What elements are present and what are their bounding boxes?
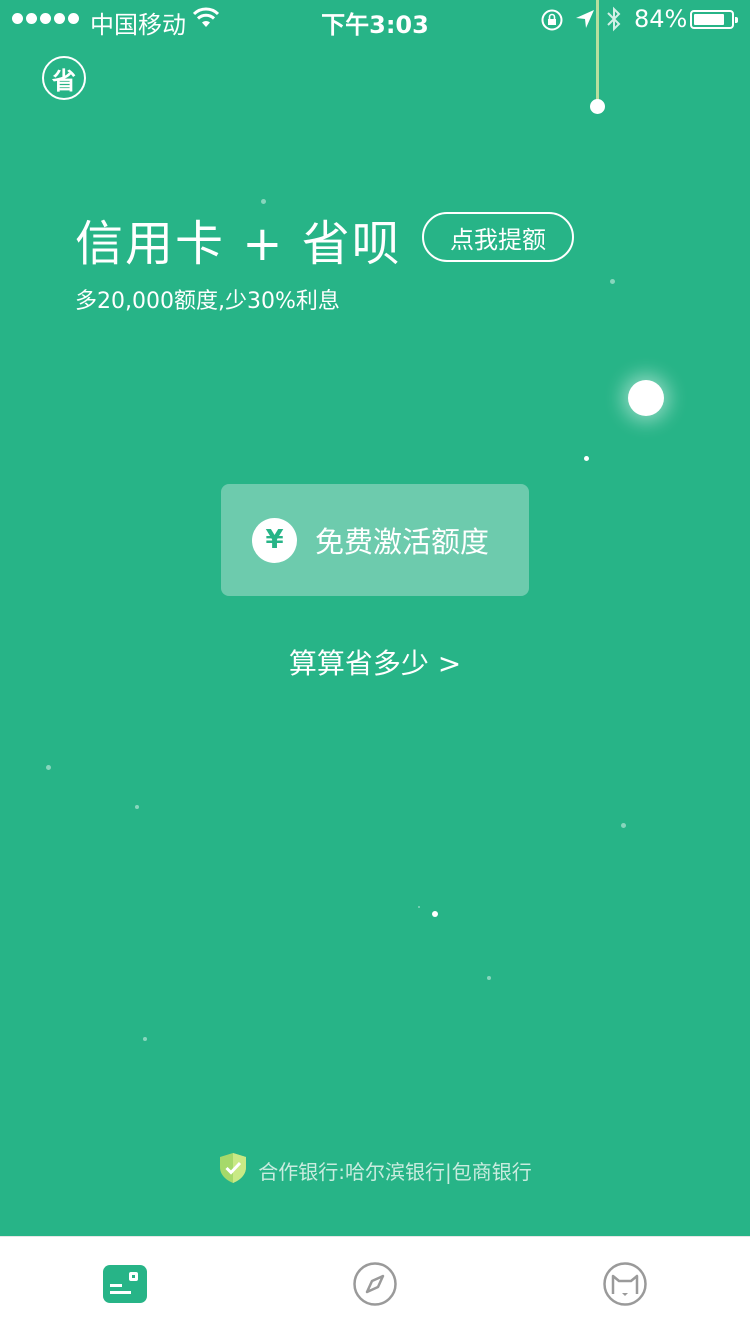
shield-check-icon [218,1152,248,1189]
tab-bar [0,1236,750,1334]
star-decoration [143,1037,147,1041]
activate-label: 免费激活额度 [315,525,490,559]
battery-icon [690,10,738,29]
bluetooth-icon [606,6,622,38]
tab-discover[interactable] [351,1261,399,1311]
partner-banks: 合作银行:哈尔滨银行|包商银行 [0,1152,750,1189]
pendulum-dot [590,99,605,114]
app-logo-button[interactable]: 省 [42,56,86,100]
partner-banks-text: 合作银行:哈尔滨银行|包商银行 [258,1160,532,1184]
glowing-moon [628,380,664,416]
calculate-savings-link[interactable]: 算算省多少 > [0,642,750,682]
raise-limit-button[interactable]: 点我提额 [422,212,574,262]
star-decoration [432,911,438,917]
cat-face-icon [602,1261,648,1311]
star-decoration [621,823,626,828]
star-decoration [610,279,615,284]
main-screen: 中国移动 下午3:03 84% 省 信用卡 + 省呗 点我提额 多20,000额… [0,0,750,1236]
wallet-icon [102,1264,148,1308]
promo-title: 信用卡 + 省呗 [75,216,402,272]
star-decoration [418,906,420,908]
tab-me[interactable] [601,1261,649,1311]
battery-percent: 84% [634,5,688,33]
compass-icon [352,1261,398,1311]
star-decoration [46,765,51,770]
star-decoration [487,976,491,980]
location-arrow-icon [574,8,596,36]
star-decoration [584,456,589,461]
pendulum-line [596,0,599,102]
promo-subtitle: 多20,000额度,少30%利息 [75,289,340,314]
star-decoration [135,805,139,809]
activate-credit-button[interactable]: ¥ 免费激活额度 [221,484,529,596]
rotation-lock-icon [540,8,564,38]
tab-wallet[interactable] [101,1263,149,1309]
status-bar: 中国移动 下午3:03 84% [0,0,750,40]
yen-icon: ¥ [252,517,297,563]
